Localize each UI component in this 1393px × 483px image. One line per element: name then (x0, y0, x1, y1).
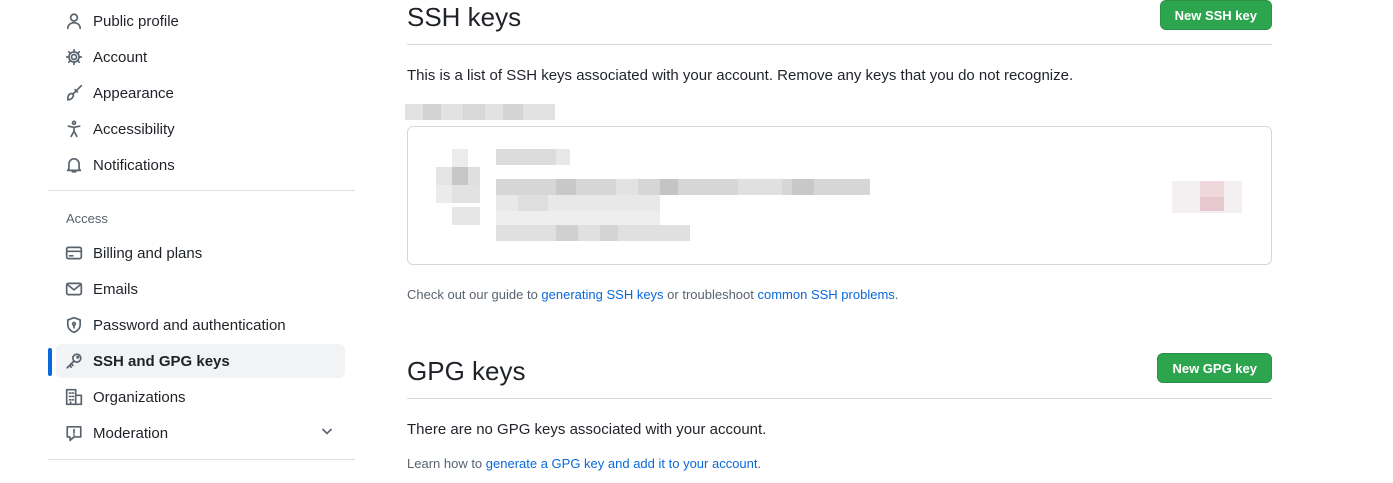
sidebar-item-label: Accessibility (93, 120, 175, 138)
gpg-keys-heading: GPG keys (407, 356, 526, 386)
key-icon (64, 351, 84, 371)
credit-card-icon (64, 243, 84, 263)
sidebar-item-ssh-gpg-keys[interactable]: SSH and GPG keys (56, 344, 345, 378)
sidebar-item-label: Public profile (93, 12, 179, 30)
active-indicator (48, 348, 52, 376)
sidebar-item-account[interactable]: Account (56, 40, 345, 74)
sidebar-item-notifications[interactable]: Notifications (56, 148, 345, 182)
new-ssh-key-button[interactable]: New SSH key (1159, 0, 1272, 30)
sidebar-item-label: Notifications (93, 156, 175, 174)
section-divider (407, 44, 1272, 45)
person-icon (64, 11, 84, 31)
sidebar-item-label: Billing and plans (93, 244, 203, 262)
ssh-gpg-keys-page: SSH keys New SSH key This is a list of S… (405, 0, 1272, 483)
ssh-guide-text: Check out our guide to generating SSH ke… (407, 287, 899, 302)
settings-sidebar: Public profile Account Appearance Access… (48, 0, 355, 483)
sidebar-item-label: Organizations (93, 388, 186, 406)
ssh-key-list-item (407, 126, 1272, 265)
sidebar-item-emails[interactable]: Emails (56, 272, 345, 306)
organization-icon (64, 387, 84, 407)
report-icon (64, 423, 84, 443)
gpg-empty-text: There are no GPG keys associated with yo… (407, 421, 767, 438)
ssh-keys-description: This is a list of SSH keys associated wi… (407, 67, 1074, 84)
sidebar-item-label: Appearance (93, 84, 174, 102)
accessibility-icon (64, 119, 84, 139)
common-ssh-problems-link[interactable]: common SSH problems (758, 287, 895, 302)
sidebar-item-organizations[interactable]: Organizations (56, 380, 345, 414)
sidebar-divider (48, 459, 355, 460)
sidebar-item-accessibility[interactable]: Accessibility (56, 112, 345, 146)
section-divider (407, 398, 1272, 399)
gear-icon (64, 47, 84, 67)
sidebar-item-appearance[interactable]: Appearance (56, 76, 345, 110)
sidebar-item-label: Password and authentication (93, 316, 286, 334)
sidebar-item-moderation[interactable]: Moderation (56, 416, 345, 450)
chevron-down-icon[interactable] (319, 423, 335, 444)
sidebar-item-label: Account (93, 48, 148, 66)
ssh-keys-heading: SSH keys (407, 2, 522, 32)
new-gpg-key-button[interactable]: New GPG key (1157, 353, 1272, 383)
mail-icon (64, 279, 84, 299)
sidebar-section-heading-access: Access (66, 211, 108, 226)
sidebar-item-label: Moderation (93, 424, 169, 442)
generating-ssh-keys-link[interactable]: generating SSH keys (541, 287, 663, 302)
sidebar-item-billing[interactable]: Billing and plans (56, 236, 345, 270)
sidebar-item-label: Emails (93, 280, 139, 298)
generate-gpg-key-link[interactable]: generate a GPG key and add it to your ac… (486, 456, 758, 471)
sidebar-divider (48, 190, 355, 191)
gpg-learn-text: Learn how to generate a GPG key and add … (407, 456, 762, 471)
sidebar-item-password-authentication[interactable]: Password and authentication (56, 308, 345, 342)
bell-icon (64, 155, 84, 175)
shield-lock-icon (64, 315, 84, 335)
sidebar-item-public-profile[interactable]: Public profile (56, 4, 345, 38)
sidebar-item-label: SSH and GPG keys (93, 352, 230, 370)
paintbrush-icon (64, 83, 84, 103)
